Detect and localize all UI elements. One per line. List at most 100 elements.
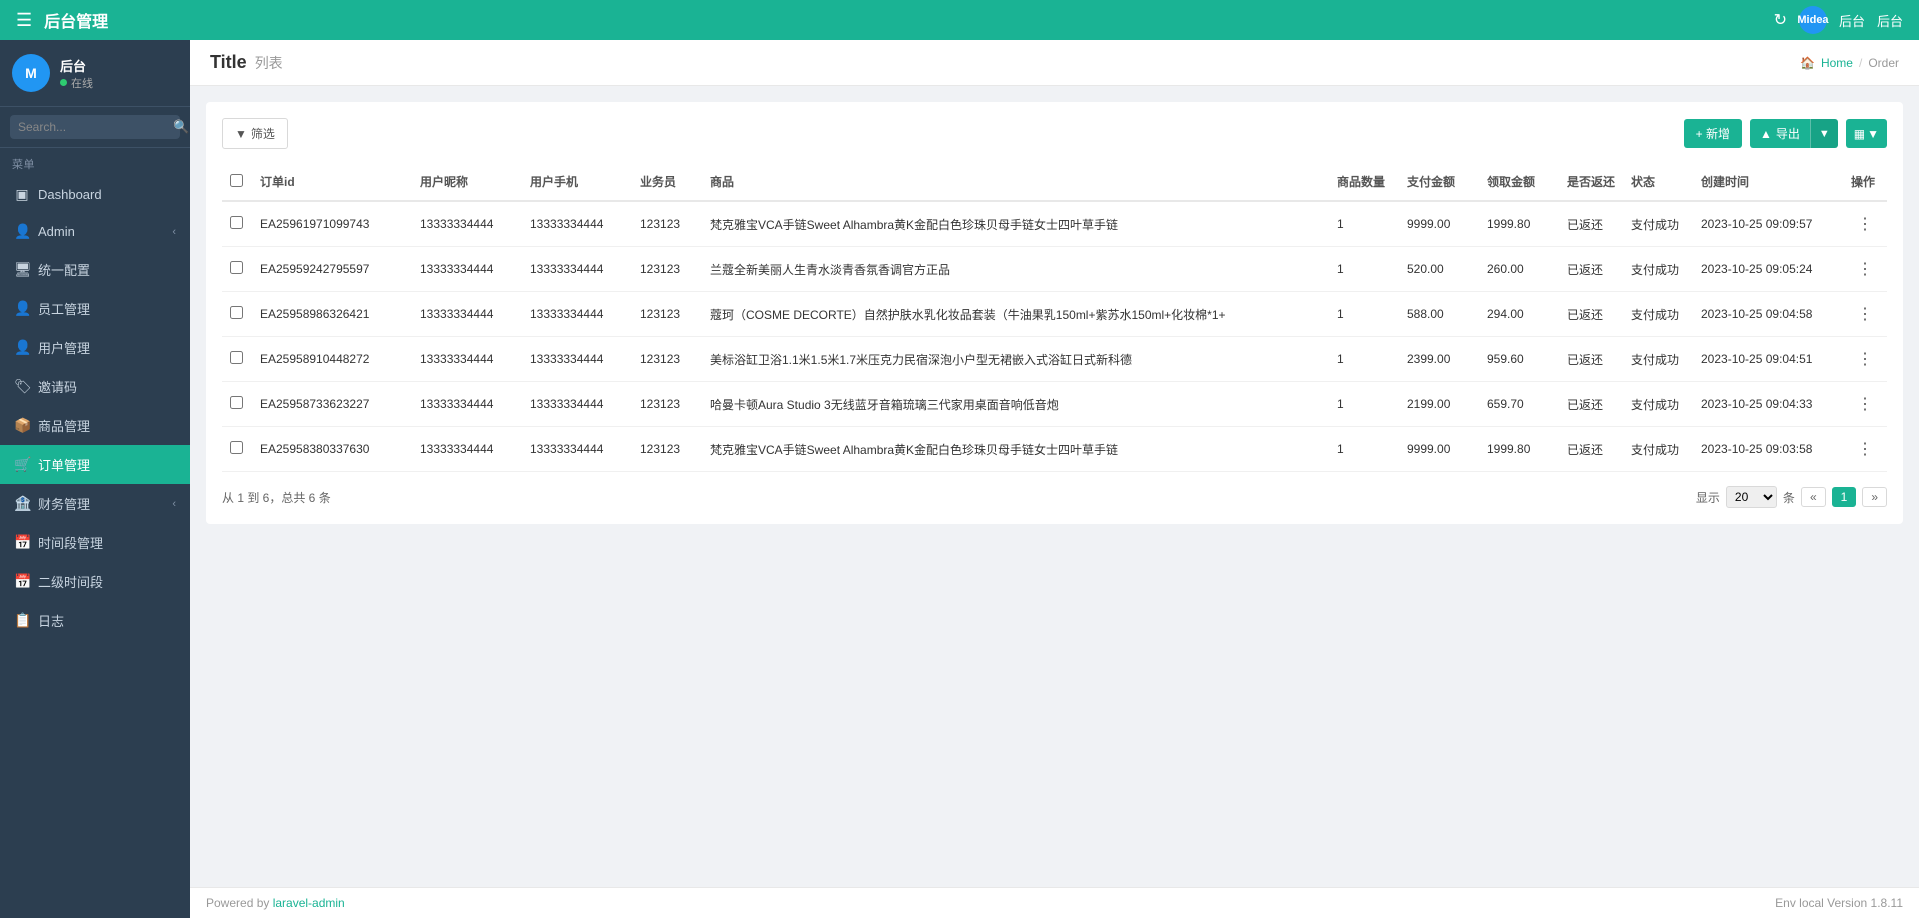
page-title: Title [210,52,247,73]
row-checkbox[interactable] [230,441,243,454]
search-input-wrap[interactable]: 🔍 [10,115,180,139]
footer-powered: Powered by laravel-admin [206,896,345,910]
row-actions-button[interactable]: ⋮ [1851,212,1879,236]
prev-page-button[interactable]: « [1801,487,1826,507]
sidebar-item-log[interactable]: 📋 日志 [0,601,190,640]
col-header-id: 订单id [252,163,412,201]
col-header-refund: 是否返还 [1559,163,1623,201]
hamburger-icon[interactable]: ☰ [16,10,32,31]
cell-refund: 已返还 [1559,337,1623,382]
col-header-status: 状态 [1623,163,1693,201]
laravel-admin-link[interactable]: laravel-admin [273,896,345,910]
data-table: 订单id 用户昵称 用户手机 业务员 商品 商品数量 支付金额 领取金额 是否返… [222,163,1887,472]
table-row: EA25958380337630 13333334444 13333334444… [222,427,1887,472]
sidebar-user-info: 后台 在线 [60,56,93,91]
cell-time: 2023-10-25 09:03:58 [1693,427,1843,472]
row-actions-button[interactable]: ⋮ [1851,347,1879,371]
user-avatar-top: Midea [1799,6,1827,34]
sidebar: M 后台 在线 🔍 菜单 ▣ Dashboard [0,40,190,918]
sidebar-item-label: 二级时间段 [38,572,103,591]
cell-username: 13333334444 [412,337,522,382]
col-header-pay: 支付金额 [1399,163,1479,201]
table-row: EA25958986326421 13333334444 13333334444… [222,292,1887,337]
row-checkbox-cell [222,337,252,382]
header-left: ☰ 后台管理 [16,8,108,32]
sidebar-item-timeslot[interactable]: 📅 时间段管理 [0,523,190,562]
toolbar: ▼ 筛选 + 新增 ▲ 导出 ▼ [222,118,1887,149]
sidebar-item-label: 员工管理 [38,299,90,318]
row-actions-button[interactable]: ⋮ [1851,392,1879,416]
cell-pay: 2199.00 [1399,382,1479,427]
select-all-checkbox[interactable] [230,174,243,187]
sidebar-item-label: 时间段管理 [38,533,103,552]
sidebar-item-label: Dashboard [38,187,102,202]
filter-button[interactable]: ▼ 筛选 [222,118,288,149]
sidebar-item-timeslot2[interactable]: 📅 二级时间段 [0,562,190,601]
cell-receive: 659.70 [1479,382,1559,427]
status-text: 在线 [71,75,93,91]
refresh-icon[interactable]: ↻ [1774,10,1787,30]
row-checkbox[interactable] [230,396,243,409]
cell-phone: 13333334444 [522,427,632,472]
content-area: ▼ 筛选 + 新增 ▲ 导出 ▼ [190,86,1919,887]
row-checkbox[interactable] [230,261,243,274]
columns-button[interactable]: ▦ ▼ [1846,119,1887,148]
timeslot2-icon: 📅 [14,573,30,590]
row-actions-button[interactable]: ⋮ [1851,437,1879,461]
toolbar-right: + 新增 ▲ 导出 ▼ ▦ ▼ [1684,119,1887,148]
cell-receive: 260.00 [1479,247,1559,292]
sidebar-item-invite[interactable]: 🏷 邀请码 [0,367,190,406]
search-input[interactable] [18,120,173,134]
sidebar-item-label: 商品管理 [38,416,90,435]
cell-goods: 哈曼卡顿Aura Studio 3无线蓝牙音箱琉璃三代家用桌面音响低音炮 [702,382,1329,427]
logout-button[interactable]: 后台 [1877,11,1903,30]
breadcrumb-separator: / [1859,56,1862,70]
page-size-select[interactable]: 20 50 100 [1726,486,1777,508]
sidebar-item-finance[interactable]: 🏦 财务管理 ‹ [0,484,190,523]
top-header: ☰ 后台管理 ↻ Midea 后台 后台 [0,0,1919,40]
row-checkbox[interactable] [230,216,243,229]
export-dropdown-button[interactable]: ▼ [1810,119,1838,148]
sidebar-item-employee[interactable]: 👤 员工管理 [0,289,190,328]
row-checkbox[interactable] [230,351,243,364]
cell-phone: 13333334444 [522,247,632,292]
dashboard-icon: ▣ [14,186,30,203]
breadcrumb: 🏠 Home / Order [1800,56,1899,70]
export-icon: ▲ [1760,127,1772,141]
content-card: ▼ 筛选 + 新增 ▲ 导出 ▼ [206,102,1903,524]
cell-status: 支付成功 [1623,337,1693,382]
sidebar-profile: M 后台 在线 [0,40,190,107]
sidebar-item-dashboard[interactable]: ▣ Dashboard [0,176,190,213]
sidebar-item-admin[interactable]: 👤 Admin ‹ [0,213,190,250]
cell-pay: 2399.00 [1399,337,1479,382]
sidebar-item-goods[interactable]: 📦 商品管理 [0,406,190,445]
sidebar-item-label: 统一配置 [38,260,90,279]
cell-refund: 已返还 [1559,247,1623,292]
table-row: EA25961971099743 13333334444 13333334444… [222,201,1887,247]
sidebar-item-user[interactable]: 👤 用户管理 [0,328,190,367]
col-header-receive: 领取金额 [1479,163,1559,201]
sidebar-status: 在线 [60,75,93,91]
col-header-time: 创建时间 [1693,163,1843,201]
goods-icon: 📦 [14,417,30,434]
row-checkbox[interactable] [230,306,243,319]
row-checkbox-cell [222,292,252,337]
current-page-button[interactable]: 1 [1832,487,1857,507]
export-button[interactable]: ▲ 导出 [1750,119,1810,148]
cell-time: 2023-10-25 09:04:51 [1693,337,1843,382]
col-header-qty: 商品数量 [1329,163,1399,201]
row-actions-button[interactable]: ⋮ [1851,257,1879,281]
cell-status: 支付成功 [1623,292,1693,337]
row-actions-button[interactable]: ⋮ [1851,302,1879,326]
breadcrumb-home[interactable]: Home [1821,56,1853,70]
new-button[interactable]: + 新增 [1684,119,1742,148]
next-page-button[interactable]: » [1862,487,1887,507]
sidebar-item-order[interactable]: 🛒 订单管理 [0,445,190,484]
sidebar-item-config[interactable]: 🖥 统一配置 [0,250,190,289]
cell-qty: 1 [1329,201,1399,247]
table-row: EA25958733623227 13333334444 13333334444… [222,382,1887,427]
sidebar-item-label: 财务管理 [38,494,90,513]
cell-status: 支付成功 [1623,382,1693,427]
cell-username: 13333334444 [412,427,522,472]
sidebar-item-label: 邀请码 [38,377,77,396]
